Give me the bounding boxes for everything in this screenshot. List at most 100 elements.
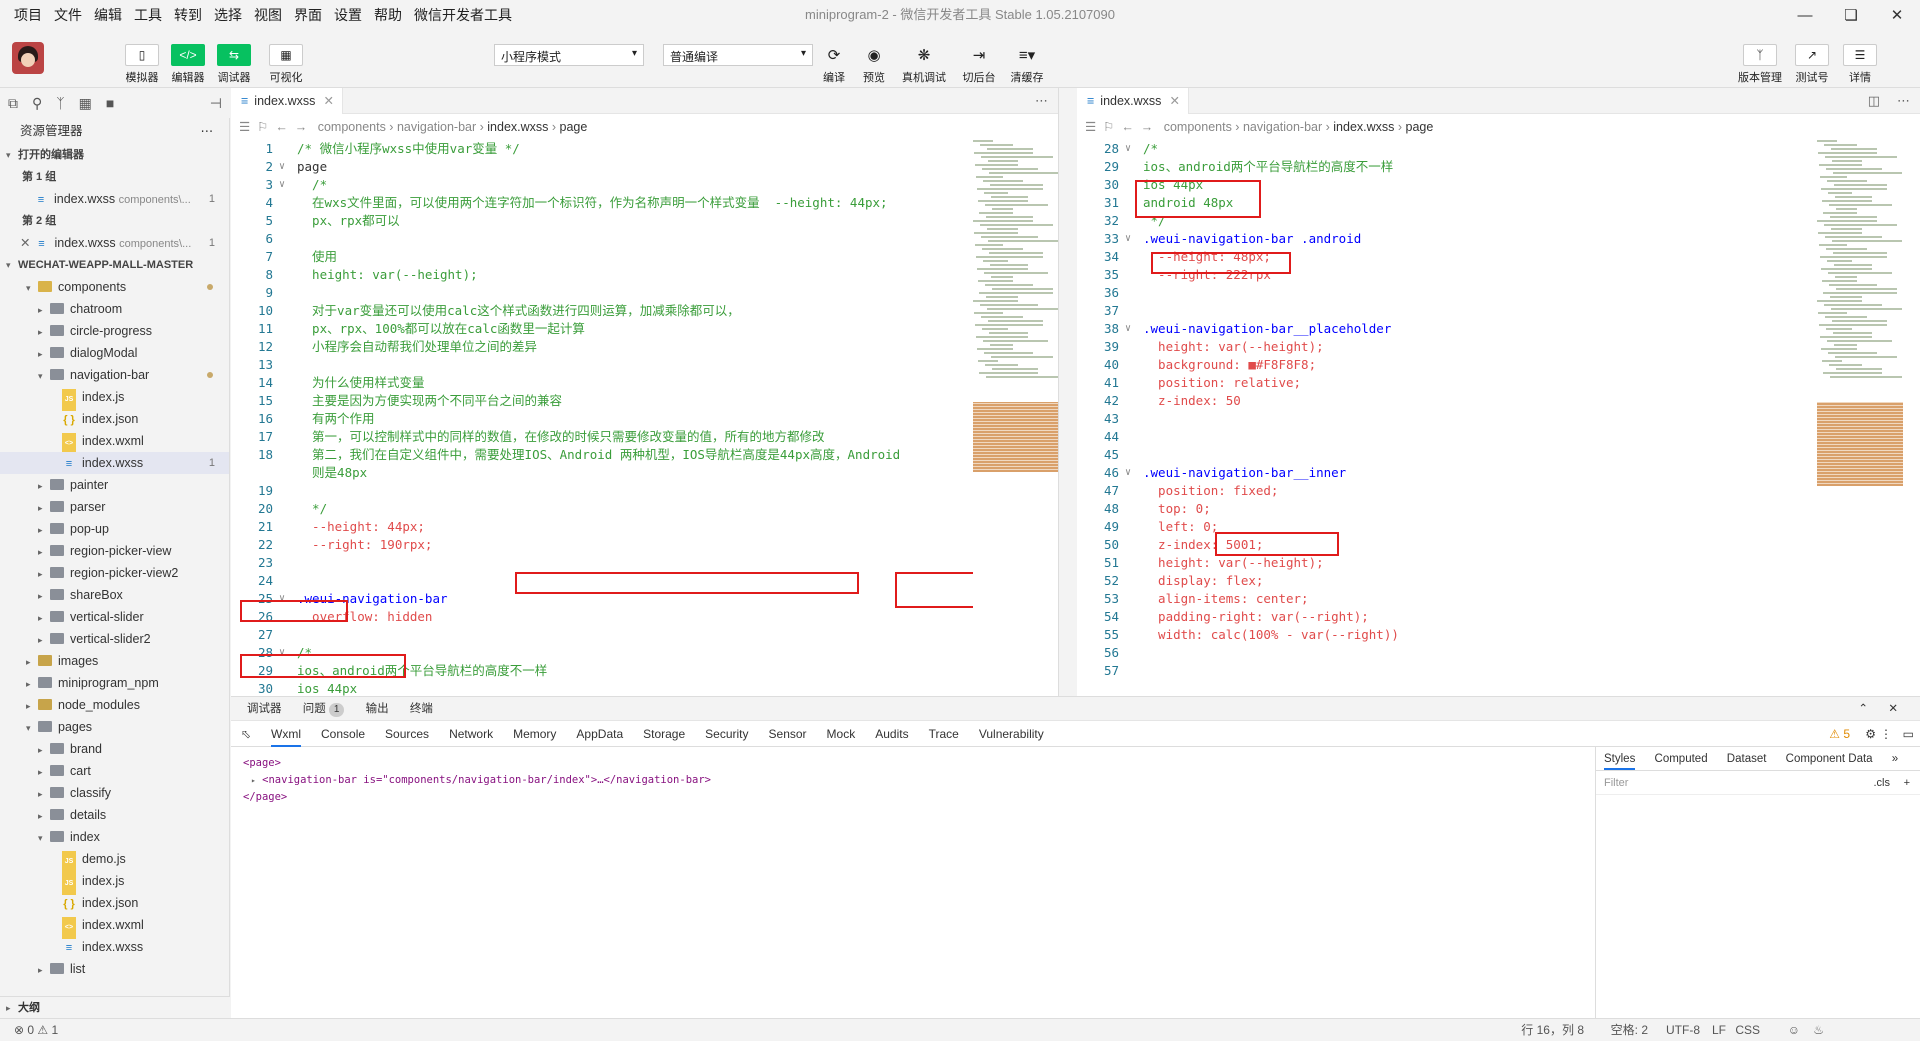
- fold-icon[interactable]: ∨: [1125, 230, 1131, 248]
- fold-icon[interactable]: ∨: [279, 176, 285, 194]
- dom-node-navigation-bar[interactable]: ▸ <navigation-bar is="components/navigat…: [243, 772, 711, 789]
- tree-item[interactable]: ▸ list: [0, 958, 229, 980]
- split-editor-icon[interactable]: ◫: [1868, 88, 1880, 114]
- editor-tab[interactable]: ≡ index.wxss ✕: [1077, 88, 1189, 114]
- list-icon[interactable]: ☰: [239, 120, 250, 134]
- tree-item[interactable]: ▸ pop-up: [0, 518, 229, 540]
- chevron-right-icon[interactable]: ▸: [38, 299, 50, 321]
- close-panel-icon[interactable]: ✕: [1888, 697, 1898, 721]
- indent-status[interactable]: 空格: 2: [1611, 1019, 1648, 1041]
- breadcrumb-item[interactable]: navigation-bar: [397, 120, 476, 134]
- outline-section[interactable]: ▸ 大纲: [0, 996, 230, 1018]
- dock-icon[interactable]: ▭: [1903, 721, 1914, 747]
- devtools-tab-network[interactable]: Network: [449, 727, 493, 741]
- terminal-tab[interactable]: 终端: [410, 703, 433, 715]
- simulator-button[interactable]: ▯ 模拟器: [122, 44, 162, 85]
- tree-item[interactable]: ▾ pages: [0, 716, 229, 738]
- source-control-icon[interactable]: ᛉ: [56, 95, 64, 111]
- menu-item[interactable]: 工具: [128, 5, 168, 25]
- chevron-right-icon[interactable]: ▸: [38, 519, 50, 541]
- background-button[interactable]: ⇥ 切后台: [958, 44, 1000, 85]
- forward-icon[interactable]: →: [295, 120, 308, 134]
- tree-item[interactable]: <> index.wxml: [0, 430, 229, 455]
- chevron-right-icon[interactable]: ▸: [38, 563, 50, 585]
- preview-button[interactable]: ◉ 预览: [854, 44, 894, 85]
- tree-item[interactable]: ▸ cart: [0, 760, 229, 782]
- chevron-right-icon[interactable]: ▸: [38, 497, 50, 519]
- breadcrumb-item[interactable]: index.wxss: [487, 120, 548, 134]
- tree-item[interactable]: ▸ region-picker-view2: [0, 562, 229, 584]
- chevron-right-icon[interactable]: ▸: [38, 959, 50, 981]
- breadcrumb-item[interactable]: components: [318, 120, 386, 134]
- cls-button[interactable]: .cls: [1874, 771, 1891, 795]
- cursor-position[interactable]: 行 16，列 8: [1521, 1019, 1584, 1041]
- devtools-tab-sources[interactable]: Sources: [385, 727, 429, 741]
- bookmark-icon[interactable]: ⚐: [1103, 120, 1114, 134]
- devtools-tab-sensor[interactable]: Sensor: [769, 727, 807, 741]
- tree-item[interactable]: ▸ images: [0, 650, 229, 672]
- chevron-right-icon[interactable]: ▸: [38, 475, 50, 497]
- warning-count[interactable]: ⚠ 5: [1829, 721, 1850, 747]
- tree-item[interactable]: JS index.js: [0, 386, 229, 411]
- menu-item[interactable]: 设置: [328, 5, 368, 25]
- devtools-tab-audits[interactable]: Audits: [875, 727, 908, 741]
- tree-item[interactable]: ≡ index.wxss: [0, 936, 229, 958]
- chevron-right-icon[interactable]: ▸: [26, 673, 38, 695]
- encoding-status[interactable]: UTF-8: [1666, 1019, 1700, 1041]
- tree-item[interactable]: <> index.wxml: [0, 914, 229, 939]
- inspect-icon[interactable]: ⬁: [241, 721, 251, 747]
- menu-item[interactable]: 转到: [168, 5, 208, 25]
- tree-item[interactable]: ▸ chatroom: [0, 298, 229, 320]
- breadcrumb-item[interactable]: index.wxss: [1333, 120, 1394, 134]
- split-icon[interactable]: ⊣: [210, 95, 222, 112]
- dom-tree[interactable]: <page> ▸ <navigation-bar is="components/…: [243, 755, 711, 806]
- compile-button[interactable]: ⟳ 编译: [814, 44, 854, 85]
- close-file-icon[interactable]: ✕: [20, 236, 30, 250]
- tree-item[interactable]: ▸ details: [0, 804, 229, 826]
- tree-item[interactable]: ▸ parser: [0, 496, 229, 518]
- search-icon[interactable]: ⚲: [32, 95, 42, 112]
- styles-tab[interactable]: Styles: [1604, 753, 1636, 770]
- fold-icon[interactable]: ∨: [279, 158, 285, 176]
- devtools-tab-wxml[interactable]: Wxml: [271, 727, 301, 747]
- version-button[interactable]: ᛉ 版本管理: [1736, 44, 1784, 85]
- close-icon[interactable]: ✕: [1874, 0, 1920, 30]
- mode-select[interactable]: 小程序模式: [494, 44, 644, 66]
- editor-tab[interactable]: ≡ index.wxss ✕: [231, 88, 343, 114]
- compile-mode-select[interactable]: 普通编译: [663, 44, 813, 66]
- chevron-down-icon[interactable]: ▾: [38, 365, 50, 387]
- breadcrumb-item[interactable]: navigation-bar: [1243, 120, 1322, 134]
- problems-tab[interactable]: 问题 1: [303, 703, 345, 717]
- breadcrumb-item[interactable]: page: [1406, 120, 1434, 134]
- chevron-right-icon[interactable]: ▸: [38, 321, 50, 343]
- menu-item[interactable]: 界面: [288, 5, 328, 25]
- files-icon[interactable]: ⧉: [8, 95, 18, 112]
- tree-item[interactable]: ▸ node_modules: [0, 694, 229, 716]
- tree-item[interactable]: JS index.js: [0, 870, 229, 895]
- chevron-down-icon[interactable]: ▾: [26, 277, 38, 299]
- avatar[interactable]: [12, 42, 44, 74]
- tree-item[interactable]: ▸ brand: [0, 738, 229, 760]
- real-debug-button[interactable]: ❋ 真机调试: [900, 44, 948, 85]
- forward-icon[interactable]: →: [1141, 120, 1154, 134]
- fold-icon[interactable]: ∨: [1125, 464, 1131, 482]
- fold-icon[interactable]: ∨: [1125, 140, 1131, 158]
- feedback-icon[interactable]: ☺: [1788, 1019, 1800, 1041]
- devtools-tab-security[interactable]: Security: [705, 727, 748, 741]
- chevron-right-icon[interactable]: ▸: [38, 783, 50, 805]
- extensions-icon[interactable]: ▦: [79, 95, 92, 112]
- chevron-right-icon[interactable]: ▸: [38, 343, 50, 365]
- menu-item[interactable]: 选择: [208, 5, 248, 25]
- bookmark-icon[interactable]: ⚐: [257, 120, 268, 134]
- bell-icon[interactable]: ♨: [1813, 1019, 1824, 1041]
- minimap[interactable]: [1817, 140, 1907, 696]
- back-icon[interactable]: ←: [275, 120, 288, 134]
- dom-node-page-open[interactable]: <page>: [243, 755, 711, 772]
- tree-item[interactable]: ▸ painter: [0, 474, 229, 496]
- list-icon[interactable]: ☰: [1085, 120, 1096, 134]
- add-style-icon[interactable]: +: [1904, 771, 1910, 795]
- open-editors-section[interactable]: ▾ 打开的编辑器: [0, 144, 229, 166]
- eol-status[interactable]: LF: [1712, 1019, 1726, 1041]
- debugger-tab[interactable]: 调试器: [247, 703, 282, 715]
- menu-item[interactable]: 微信开发者工具: [408, 5, 518, 25]
